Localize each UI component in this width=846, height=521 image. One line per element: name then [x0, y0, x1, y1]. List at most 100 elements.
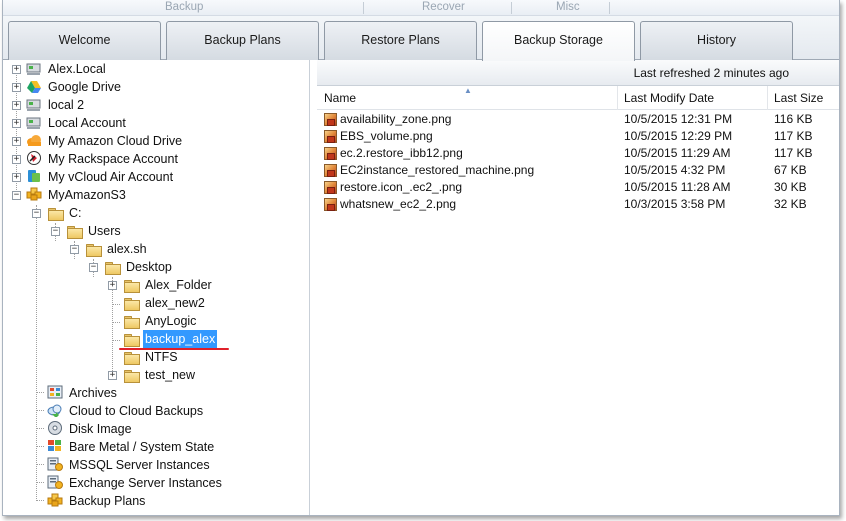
tree-folder-alex-sh[interactable]: − alex.sh: [3, 240, 303, 258]
tab-backup-storage[interactable]: Backup Storage: [482, 21, 635, 61]
file-row[interactable]: restore.icon_.ec2_.png 10/5/2015 11:28 A…: [317, 179, 839, 196]
tree-item-label: Users: [88, 224, 121, 238]
expand-toggle[interactable]: +: [12, 101, 21, 110]
tree-item-label: Bare Metal / System State: [69, 440, 215, 454]
tree-item-vcloud-air[interactable]: + My vCloud Air Account: [3, 168, 303, 186]
tree-item-label: MSSQL Server Instances: [69, 458, 210, 472]
expand-toggle[interactable]: +: [12, 137, 21, 146]
tree-item-alex-local[interactable]: + Alex.Local: [3, 60, 303, 78]
expand-toggle[interactable]: +: [12, 173, 21, 182]
local-drive-icon: [26, 63, 41, 75]
tree-folder-alex-new2[interactable]: alex_new2: [3, 294, 303, 312]
rackspace-icon: [27, 151, 41, 165]
folder-icon: [66, 225, 83, 239]
file-table-header: ▲ Name Last Modify Date Last Size: [317, 86, 839, 110]
tree-folder-alex-folder[interactable]: + Alex_Folder: [3, 276, 303, 294]
file-size: 117 KB: [774, 146, 813, 160]
file-row[interactable]: EBS_volume.png 10/5/2015 12:29 PM 117 KB: [317, 128, 839, 145]
tree-item-label: Cloud to Cloud Backups: [69, 404, 204, 418]
amazon-s3-icon: [26, 187, 42, 201]
tree-item-archives[interactable]: Archives: [3, 384, 303, 402]
tree-item-amazon-cloud-drive[interactable]: + My Amazon Cloud Drive: [3, 132, 303, 150]
google-drive-icon: [27, 81, 41, 93]
tree-item-disk-image[interactable]: Disk Image: [3, 420, 303, 438]
local-drive-icon: [26, 99, 41, 111]
expand-toggle[interactable]: +: [108, 281, 117, 290]
last-refreshed-text: Last refreshed 2 minutes ago: [633, 66, 789, 80]
png-file-icon: [324, 164, 337, 177]
file-modified: 10/5/2015 11:29 AM: [624, 146, 731, 160]
collapse-toggle[interactable]: −: [70, 245, 79, 254]
tree-folder-desktop[interactable]: − Desktop: [3, 258, 303, 276]
tree-item-bare-metal[interactable]: Bare Metal / System State: [3, 438, 303, 456]
collapse-toggle[interactable]: −: [89, 263, 98, 272]
tree-item-label: My Rackspace Account: [48, 152, 178, 166]
expand-toggle[interactable]: +: [12, 119, 21, 128]
amazon-cloud-drive-icon: [27, 135, 41, 146]
file-row[interactable]: ec.2.restore_ibb12.png 10/5/2015 11:29 A…: [317, 145, 839, 162]
tab-backup-plans[interactable]: Backup Plans: [166, 21, 319, 60]
folder-icon: [123, 351, 140, 365]
file-name: restore.icon_.ec2_.png: [340, 180, 463, 194]
tree-item-local-2[interactable]: + local 2: [3, 96, 303, 114]
file-panel: Last refreshed 2 minutes ago ▲ Name Last…: [317, 60, 839, 515]
tree-item-cloud-to-cloud[interactable]: Cloud to Cloud Backups: [3, 402, 303, 420]
tree-item-backup-plans[interactable]: Backup Plans: [3, 492, 303, 510]
tree-item-label: Disk Image: [69, 422, 132, 436]
tree-item-label: My Amazon Cloud Drive: [48, 134, 183, 148]
tree-item-rackspace[interactable]: + My Rackspace Account: [3, 150, 303, 168]
tree-item-google-drive[interactable]: + Google Drive: [3, 78, 303, 96]
tree-item-label: test_new: [145, 368, 196, 382]
file-size: 67 KB: [774, 163, 807, 177]
collapse-toggle[interactable]: −: [51, 227, 60, 236]
file-row[interactable]: EC2instance_restored_machine.png 10/5/20…: [317, 162, 839, 179]
tab-bar: Welcome Backup Plans Restore Plans Backu…: [3, 16, 839, 61]
folder-icon: [47, 207, 64, 221]
collapse-toggle[interactable]: −: [12, 191, 21, 200]
mssql-icon: [47, 457, 63, 471]
ribbon-backup[interactable]: Backup: [165, 1, 203, 13]
ribbon-recover[interactable]: Recover: [422, 1, 465, 13]
tree-item-label: Alex_Folder: [145, 278, 212, 292]
annotation-underline: [119, 348, 229, 350]
tab-welcome[interactable]: Welcome: [8, 21, 161, 60]
tree-folder-test-new[interactable]: + test_new: [3, 366, 303, 384]
collapse-toggle[interactable]: −: [32, 209, 41, 218]
column-header-name[interactable]: Name: [324, 91, 356, 105]
tree-folder-backup-alex[interactable]: backup_alex: [3, 330, 303, 348]
tree-folder-anylogic[interactable]: AnyLogic: [3, 312, 303, 330]
tree-item-local-account[interactable]: + Local Account: [3, 114, 303, 132]
tree-folder-c[interactable]: − C:: [3, 204, 303, 222]
tree-folder-ntfs[interactable]: NTFS: [3, 348, 303, 366]
png-file-icon: [324, 147, 337, 160]
tree-folder-users[interactable]: − Users: [3, 222, 303, 240]
file-name: whatsnew_ec2_2.png: [340, 197, 457, 211]
tab-history[interactable]: History: [640, 21, 793, 60]
local-drive-icon: [26, 117, 41, 129]
expand-toggle[interactable]: +: [12, 65, 21, 74]
backup-plans-icon: [47, 493, 63, 507]
png-file-icon: [324, 181, 337, 194]
tree-item-label: alex.sh: [107, 242, 147, 256]
tree-item-exchange[interactable]: Exchange Server Instances: [3, 474, 303, 492]
tree-item-label-selected: backup_alex: [143, 330, 218, 348]
file-modified: 10/5/2015 12:31 PM: [624, 112, 733, 126]
column-header-size[interactable]: Last Size: [774, 91, 823, 105]
file-size: 116 KB: [774, 112, 813, 126]
tree-item-myamazons3[interactable]: − MyAmazonS3: [3, 186, 303, 204]
expand-toggle[interactable]: +: [12, 155, 21, 164]
file-row[interactable]: availability_zone.png 10/5/2015 12:31 PM…: [317, 111, 839, 128]
tree-item-mssql[interactable]: MSSQL Server Instances: [3, 456, 303, 474]
ribbon-misc[interactable]: Misc: [556, 1, 580, 13]
folder-icon: [85, 243, 102, 257]
file-row[interactable]: whatsnew_ec2_2.png 10/3/2015 3:58 PM 32 …: [317, 196, 839, 213]
folder-icon: [123, 279, 140, 293]
exchange-icon: [47, 475, 63, 489]
tab-restore-plans[interactable]: Restore Plans: [324, 21, 477, 60]
tree-item-label: Alex.Local: [48, 62, 106, 76]
tree-item-label: Local Account: [48, 116, 126, 130]
column-header-modified[interactable]: Last Modify Date: [624, 91, 714, 105]
expand-toggle[interactable]: +: [108, 371, 117, 380]
expand-toggle[interactable]: +: [12, 83, 21, 92]
tree-item-label: Desktop: [126, 260, 172, 274]
